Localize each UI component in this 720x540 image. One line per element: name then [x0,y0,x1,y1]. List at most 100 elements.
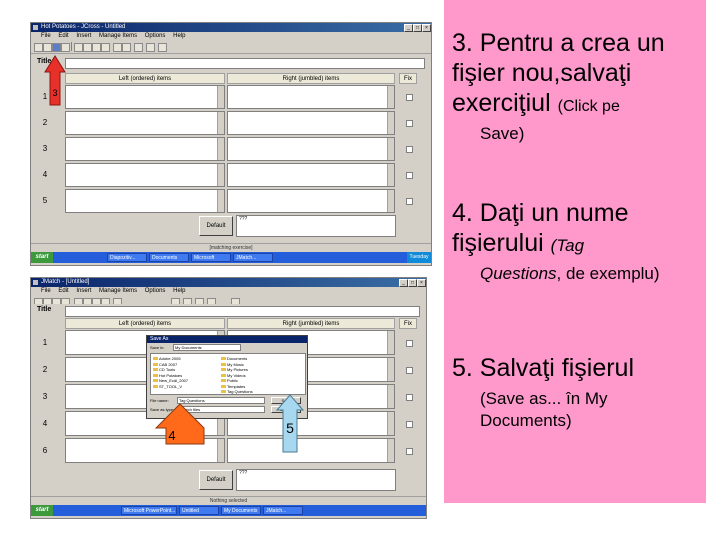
scrollbar[interactable] [217,164,224,186]
right-item-field[interactable] [227,189,395,213]
left-item-field[interactable] [65,163,225,187]
menu-insert[interactable]: Insert [76,33,91,39]
menu-edit[interactable]: Edit [58,288,68,294]
save-in-dropdown[interactable]: My Documents [173,344,241,351]
taskbar-item[interactable]: Microsoft [191,253,231,262]
default-feedback-field[interactable]: ??? [236,469,396,491]
default-feedback-field[interactable]: ??? [236,215,396,237]
fix-checkbox[interactable] [406,146,413,153]
title-input[interactable] [65,58,425,69]
web-page-icon[interactable] [74,43,83,52]
help-icon[interactable] [146,43,155,52]
taskbar-item[interactable]: Documents [149,253,189,262]
taskbar-item[interactable]: Diapozitiv... [107,253,147,262]
taskbar-item[interactable]: Untitled [179,506,219,515]
menu-help[interactable]: Help [173,288,185,294]
scrollbar[interactable] [217,112,224,134]
config-icon[interactable] [134,43,143,52]
left-item-field[interactable] [65,137,225,161]
redo-icon[interactable] [122,43,131,52]
left-item-field[interactable] [65,189,225,213]
scrollbar[interactable] [217,190,224,212]
left-item-field[interactable] [65,438,225,463]
file-list-item[interactable]: Documents [221,356,247,361]
file-list-item[interactable]: CAB 2007 [153,362,177,367]
toolbar-extra-icon[interactable] [158,43,167,52]
file-list-item[interactable]: Adobe 2005 [153,356,181,361]
dialog-cancel-button[interactable]: Cancel [271,406,301,413]
maximize-button[interactable]: □ [408,279,417,287]
file-list-item[interactable]: New_Ecdl_2007 [153,378,188,383]
taskbar-item[interactable]: My Documents [221,506,261,515]
save-file-icon[interactable] [52,43,61,52]
file-list-item[interactable]: Tag Questions [221,389,253,394]
file-list-item[interactable]: My Music [221,362,244,367]
undo-icon[interactable] [113,43,122,52]
scrollbar[interactable] [387,331,394,354]
bottom-window-titlebar[interactable]: JMatch - [Untitled] _ □ × [31,278,426,287]
file-list-item[interactable]: CD Tools [153,367,175,372]
fix-checkbox[interactable] [406,366,413,374]
menu-options[interactable]: Options [145,288,166,294]
scrollbar[interactable] [387,112,394,134]
file-list-item[interactable]: ST_TOOL_V [153,384,182,389]
maximize-button[interactable]: □ [413,24,422,32]
fix-checkbox[interactable] [406,172,413,179]
right-item-field[interactable] [227,111,395,135]
filename-input[interactable]: Tag Questions [177,397,265,404]
scrollbar[interactable] [387,86,394,108]
menu-help[interactable]: Help [173,33,185,39]
fix-checkbox[interactable] [406,198,413,205]
fix-checkbox[interactable] [406,339,413,347]
cut-icon[interactable] [83,43,92,52]
menu-manage-items[interactable]: Manage Items [99,288,137,294]
close-button[interactable]: × [422,24,431,32]
title-input[interactable] [65,306,420,317]
print-icon[interactable] [61,43,70,52]
new-file-icon[interactable] [34,43,43,52]
right-item-field[interactable] [227,85,395,109]
scrollbar[interactable] [387,190,394,212]
scrollbar[interactable] [217,86,224,108]
menu-options[interactable]: Options [145,33,166,39]
default-button[interactable]: Default [199,216,233,236]
file-list-item[interactable]: Hot Potatoes [153,373,182,378]
menu-manage-items[interactable]: Manage Items [99,33,137,39]
copy-icon[interactable] [92,43,101,52]
default-button[interactable]: Default [199,470,233,490]
menu-file[interactable]: File [41,288,51,294]
start-button[interactable]: start [31,252,53,263]
fix-checkbox[interactable] [406,420,413,428]
fix-checkbox[interactable] [406,447,413,455]
right-item-field[interactable] [227,438,395,463]
save-type-dropdown[interactable]: JMatch files [177,406,265,413]
scrollbar[interactable] [387,439,394,462]
menu-file[interactable]: File [41,33,51,39]
right-item-field[interactable] [227,137,395,161]
left-item-field[interactable] [65,85,225,109]
menu-insert[interactable]: Insert [76,288,91,294]
minimize-button[interactable]: _ [399,279,408,287]
scrollbar[interactable] [387,412,394,435]
scrollbar[interactable] [387,358,394,381]
scrollbar[interactable] [387,164,394,186]
taskbar-item[interactable]: JMatch... [233,253,273,262]
taskbar-item[interactable]: JMatch... [263,506,303,515]
top-window-titlebar[interactable]: Hot Potatoes - JCross - Untitled _ □ × [31,23,431,32]
menu-edit[interactable]: Edit [58,33,68,39]
file-list-item[interactable]: Public [221,378,238,383]
left-item-field[interactable] [65,111,225,135]
file-list-item[interactable]: My Pictures [221,367,248,372]
close-button[interactable]: × [417,279,426,287]
right-item-field[interactable] [227,163,395,187]
file-list[interactable]: Adobe 2005 CAB 2007 CD Tools Hot Potatoes Ne… [150,353,306,395]
fix-checkbox[interactable] [406,120,413,127]
file-list-item[interactable]: Templates [221,384,245,389]
paste-icon[interactable] [101,43,110,52]
fix-checkbox[interactable] [406,94,413,101]
scrollbar[interactable] [217,439,224,462]
scrollbar[interactable] [387,385,394,408]
dialog-save-button[interactable]: Save [271,397,301,404]
start-button[interactable]: start [31,505,53,516]
minimize-button[interactable]: _ [404,24,413,32]
